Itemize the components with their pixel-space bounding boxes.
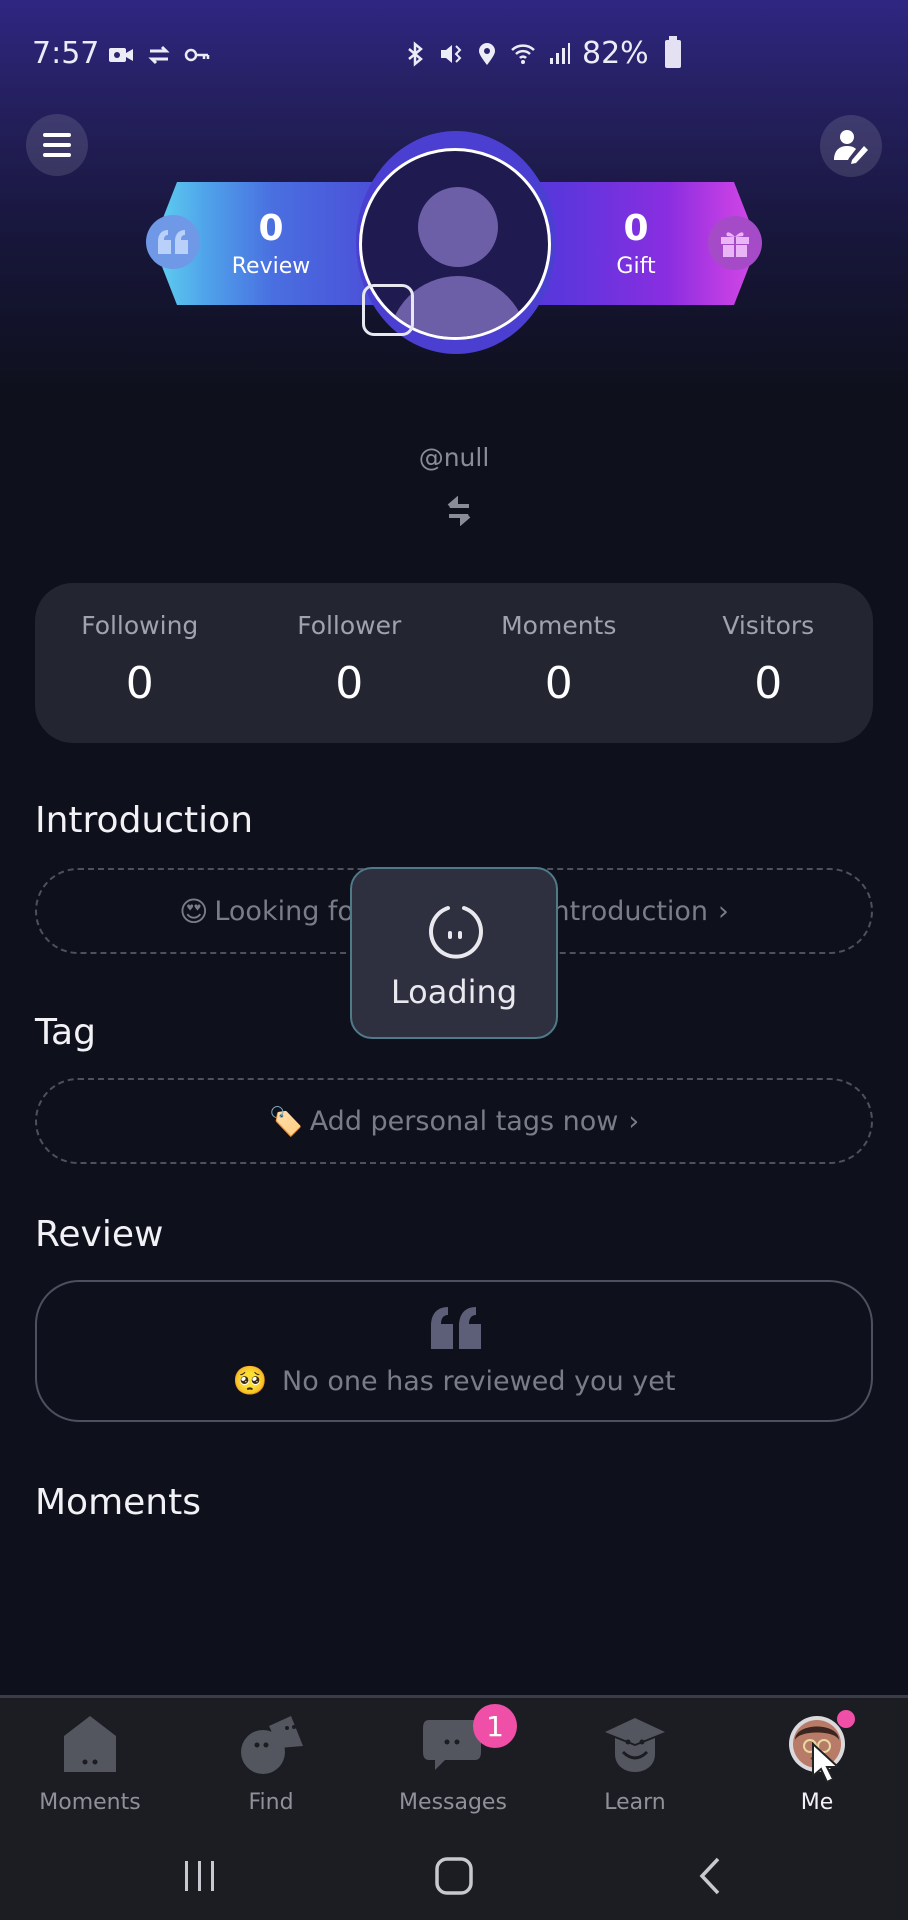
- status-time: 7:57: [32, 36, 100, 71]
- nav-learn[interactable]: Learn: [565, 1712, 705, 1815]
- loading-spinner-icon: [429, 906, 483, 959]
- nav-label: Messages: [399, 1790, 507, 1815]
- review-title: Review: [35, 1214, 164, 1255]
- mouse-cursor-icon: [812, 1742, 841, 1784]
- menu-icon: [43, 133, 71, 157]
- stat-following[interactable]: Following 0: [35, 583, 245, 743]
- review-empty-card: 🥺 No one has reviewed you yet: [35, 1280, 873, 1422]
- nav-messages[interactable]: 1 Messages: [383, 1704, 523, 1815]
- quote-icon: [431, 1307, 481, 1349]
- tag-prompt-text: Add personal tags now: [309, 1105, 619, 1137]
- nav-label: Learn: [604, 1790, 666, 1815]
- gift-count: 0: [623, 208, 649, 249]
- review-empty-text: No one has reviewed you yet: [282, 1366, 676, 1397]
- quote-icon: [146, 215, 200, 269]
- username: @null: [418, 443, 490, 472]
- tag-prompt[interactable]: 🏷️ Add personal tags now ›: [35, 1078, 873, 1164]
- touch-indicator: [362, 284, 414, 336]
- battery-icon: [664, 35, 681, 68]
- loading-label: Loading: [390, 973, 518, 1011]
- edit-profile-icon: [834, 130, 868, 164]
- introduction-title: Introduction: [35, 800, 254, 841]
- nav-find[interactable]: Find: [201, 1712, 341, 1815]
- tag-emoji-icon: 🏷️: [268, 1104, 304, 1138]
- stat-value: 0: [754, 658, 783, 709]
- avatar-placeholder-head: [418, 187, 498, 267]
- edit-profile-button[interactable]: [820, 115, 882, 177]
- house-icon: [64, 1716, 116, 1772]
- recent-apps-button[interactable]: [170, 1846, 230, 1906]
- graduation-cap-icon: [605, 1718, 665, 1772]
- stat-label: Visitors: [722, 611, 815, 640]
- notification-dot: [837, 1710, 855, 1728]
- back-icon: [699, 1857, 720, 1895]
- stat-label: Follower: [297, 611, 402, 640]
- review-count: 0: [258, 208, 284, 249]
- swap-icon: [447, 496, 471, 526]
- back-button[interactable]: [680, 1846, 740, 1906]
- tag-title: Tag: [35, 1012, 96, 1053]
- battery-percent: 82%: [582, 36, 649, 71]
- menu-button[interactable]: [26, 114, 88, 176]
- stat-label: Moments: [501, 611, 617, 640]
- moments-title: Moments: [35, 1482, 201, 1523]
- stat-value: 0: [544, 658, 573, 709]
- bottom-navigation: Moments Find 1 Messages Learn Me: [0, 1695, 908, 1920]
- vpn-key-icon: [184, 48, 210, 62]
- review-label: Review: [231, 254, 311, 279]
- recent-apps-icon: [185, 1861, 214, 1891]
- stat-value: 0: [125, 658, 154, 709]
- stat-moments[interactable]: Moments 0: [454, 583, 664, 743]
- bluetooth-icon: [408, 40, 423, 67]
- heart-eyes-emoji-icon: 😍: [179, 894, 209, 928]
- stat-value: 0: [335, 658, 364, 709]
- stat-visitors[interactable]: Visitors 0: [664, 583, 874, 743]
- gift-label: Gift: [616, 254, 656, 279]
- status-bar: 7:57 82%: [0, 0, 908, 110]
- stat-follower[interactable]: Follower 0: [245, 583, 455, 743]
- vibrate-icon: [441, 44, 462, 63]
- nav-label: Moments: [39, 1790, 141, 1815]
- nav-label: Find: [248, 1790, 294, 1815]
- chevron-right-icon: ›: [628, 1105, 640, 1137]
- nav-label: Me: [800, 1790, 834, 1815]
- home-button[interactable]: [424, 1846, 484, 1906]
- video-call-icon: [109, 48, 133, 62]
- pleading-face-emoji-icon: 🥺: [232, 1364, 268, 1397]
- signal-icon: [550, 42, 570, 64]
- find-icon: [241, 1716, 303, 1774]
- stats-card: Following 0 Follower 0 Moments 0 Visitor…: [35, 583, 873, 743]
- nav-moments[interactable]: Moments: [20, 1712, 160, 1815]
- chevron-right-icon: ›: [718, 895, 729, 927]
- wifi-icon: [511, 43, 535, 64]
- unread-messages-badge: 1: [473, 1704, 517, 1748]
- loading-toast: Loading: [350, 867, 558, 1039]
- sync-icon: [148, 45, 170, 65]
- gift-icon: [708, 216, 762, 270]
- switch-account-button[interactable]: [442, 494, 476, 528]
- home-icon: [435, 1857, 473, 1895]
- nav-me[interactable]: Me: [747, 1710, 887, 1815]
- location-icon: [479, 42, 495, 65]
- stat-label: Following: [81, 611, 199, 640]
